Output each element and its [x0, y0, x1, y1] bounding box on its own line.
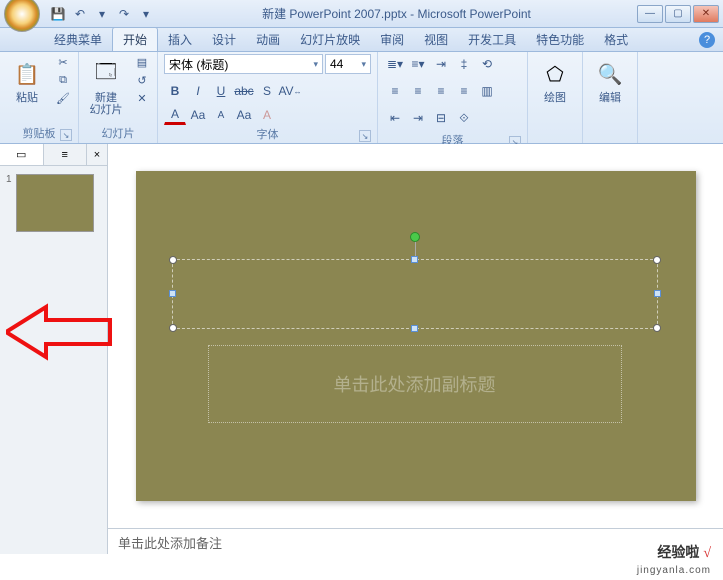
numbering-button[interactable]: ≡▾: [407, 54, 429, 74]
tab-design[interactable]: 设计: [202, 28, 246, 51]
font-size-combo[interactable]: 44▾: [325, 54, 371, 74]
minimize-button[interactable]: —: [637, 5, 663, 23]
tab-view[interactable]: 视图: [414, 28, 458, 51]
clear-format-button[interactable]: A: [256, 105, 278, 125]
drawing-label: 绘图: [544, 92, 566, 104]
increase-indent-button[interactable]: ⇥: [407, 108, 429, 128]
editing-button[interactable]: 🔍 编辑: [589, 54, 631, 104]
delete-slide-button[interactable]: ✕: [133, 90, 151, 106]
clipboard-group-label: 剪贴板↘: [6, 124, 72, 143]
shrink-font-button[interactable]: A: [210, 105, 232, 125]
resize-handle-s[interactable]: [411, 325, 418, 332]
char-spacing-button[interactable]: AV↔: [279, 81, 301, 101]
font-color-button[interactable]: A: [164, 105, 186, 125]
editing-label: 编辑: [599, 92, 621, 104]
qat-redo[interactable]: ↷: [114, 4, 134, 24]
tab-developer[interactable]: 开发工具: [458, 28, 526, 51]
bullets-button[interactable]: ≣▾: [384, 54, 406, 74]
slide-thumbnail[interactable]: [16, 174, 94, 232]
watermark: 经验啦 √: [657, 542, 711, 562]
notes-pane[interactable]: 单击此处添加备注: [108, 528, 723, 554]
paste-label: 粘贴: [16, 92, 38, 104]
resize-handle-w[interactable]: [169, 290, 176, 297]
copy-button[interactable]: ⧉: [54, 72, 72, 88]
rotation-handle[interactable]: [410, 232, 420, 242]
align-center-button[interactable]: ≡: [407, 81, 429, 101]
resize-handle-se[interactable]: [653, 324, 661, 332]
watermark-url: jingyanla.com: [637, 565, 711, 576]
window-title: 新建 PowerPoint 2007.pptx - Microsoft Powe…: [156, 5, 637, 22]
shapes-icon: ⬠: [539, 58, 571, 90]
slide-canvas[interactable]: 单击此处添加副标题: [136, 171, 696, 501]
columns-button[interactable]: ▥: [476, 81, 498, 101]
drawing-button[interactable]: ⬠ 绘图: [534, 54, 576, 104]
reset-button[interactable]: ↺: [133, 72, 151, 88]
qat-dd1[interactable]: ▾: [92, 4, 112, 24]
office-button[interactable]: [4, 0, 40, 32]
tab-animations[interactable]: 动画: [246, 28, 290, 51]
qat-customize[interactable]: ▾: [136, 4, 156, 24]
drawing-group-label: [534, 128, 576, 143]
new-slide-label: 新建 幻灯片: [90, 92, 123, 116]
italic-button[interactable]: I: [187, 81, 209, 101]
panel-close[interactable]: ×: [87, 149, 107, 161]
new-slide-icon: 🗔: [90, 58, 122, 90]
align-text-button[interactable]: ⊟: [430, 108, 452, 128]
grow-font-button[interactable]: Aa: [187, 105, 209, 125]
outline-tab[interactable]: ≡: [44, 144, 88, 165]
subtitle-placeholder-text: 单击此处添加副标题: [334, 371, 496, 397]
title-placeholder[interactable]: [172, 259, 658, 329]
font-launcher[interactable]: ↘: [359, 130, 371, 142]
resize-handle-ne[interactable]: [653, 256, 661, 264]
tab-review[interactable]: 审阅: [370, 28, 414, 51]
close-button[interactable]: ✕: [693, 5, 719, 23]
paste-icon: 📋: [11, 58, 43, 90]
tab-home[interactable]: 开始: [112, 27, 158, 51]
resize-handle-sw[interactable]: [169, 324, 177, 332]
strike-button[interactable]: abc: [233, 81, 255, 101]
format-painter-button[interactable]: 🖌: [54, 90, 72, 106]
maximize-button[interactable]: ▢: [665, 5, 691, 23]
vertical-scrollbar[interactable]: [713, 144, 723, 554]
font-name-combo[interactable]: 宋体 (标题)▾: [164, 54, 323, 74]
tab-slideshow[interactable]: 幻灯片放映: [290, 28, 370, 51]
slides-group-label: 幻灯片: [85, 124, 151, 143]
new-slide-button[interactable]: 🗔 新建 幻灯片: [85, 54, 127, 116]
font-group-label: 字体↘: [164, 125, 371, 144]
underline-button[interactable]: U: [210, 81, 232, 101]
layout-button[interactable]: ▤: [133, 54, 151, 70]
clipboard-launcher[interactable]: ↘: [60, 129, 72, 141]
subtitle-placeholder[interactable]: 单击此处添加副标题: [208, 345, 622, 423]
line-spacing-button[interactable]: ‡: [453, 54, 475, 74]
align-left-button[interactable]: ≡: [384, 81, 406, 101]
decrease-indent-button[interactable]: ⇤: [384, 108, 406, 128]
tab-classic[interactable]: 经典菜单: [44, 28, 112, 51]
resize-handle-nw[interactable]: [169, 256, 177, 264]
paste-button[interactable]: 📋 粘贴: [6, 54, 48, 104]
change-case-button[interactable]: Aa: [233, 105, 255, 125]
text-direction-button[interactable]: ⟲: [476, 54, 498, 74]
resize-handle-n[interactable]: [411, 256, 418, 263]
resize-handle-e[interactable]: [654, 290, 661, 297]
list-level-button[interactable]: ⇥: [430, 54, 452, 74]
shadow-button[interactable]: S: [256, 81, 278, 101]
qat-undo[interactable]: ↶: [70, 4, 90, 24]
tab-format[interactable]: 格式: [594, 28, 638, 51]
tab-special[interactable]: 特色功能: [526, 28, 594, 51]
thumb-number: 1: [6, 174, 12, 232]
find-icon: 🔍: [594, 58, 626, 90]
cut-button[interactable]: ✂: [54, 54, 72, 70]
qat-save[interactable]: 💾: [48, 4, 68, 24]
smartart-button[interactable]: ⟐: [453, 108, 475, 128]
editing-group-label: [589, 128, 631, 143]
justify-button[interactable]: ≡: [453, 81, 475, 101]
help-icon[interactable]: ?: [699, 32, 715, 48]
align-right-button[interactable]: ≡: [430, 81, 452, 101]
tab-insert[interactable]: 插入: [158, 28, 202, 51]
bold-button[interactable]: B: [164, 81, 186, 101]
slides-tab[interactable]: ▭: [0, 144, 44, 165]
